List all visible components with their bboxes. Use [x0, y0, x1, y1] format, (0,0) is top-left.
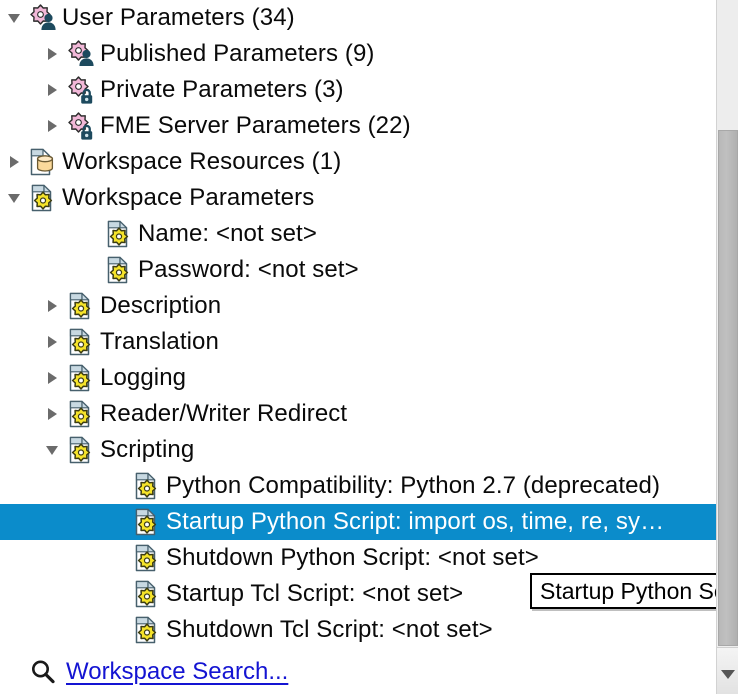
document-gear-icon: [66, 291, 96, 321]
chevron-down-icon: [721, 669, 735, 679]
navigator-panel: User Parameters (34) Published Parameters…: [0, 0, 738, 694]
tree-row-param-startup-python-script[interactable]: Startup Python Script: import os, time, …: [0, 504, 716, 540]
tree-row-label: Name: <not set>: [138, 220, 317, 247]
expand-arrow-icon[interactable]: [38, 324, 66, 360]
tree-row-published-parameters[interactable]: Published Parameters (9): [0, 36, 716, 72]
workspace-search-link[interactable]: Workspace Search...: [60, 658, 288, 686]
tree-row-label: Private Parameters (3): [100, 76, 344, 103]
gear-person-icon: [28, 3, 58, 33]
tree-row-label: Shutdown Python Script: <not set>: [166, 544, 539, 571]
document-gear-icon: [132, 615, 162, 645]
tree-row-param-translation[interactable]: Translation: [0, 324, 716, 360]
tree-row-param-name[interactable]: Name: <not set>: [0, 216, 716, 252]
document-gear-icon: [132, 543, 162, 573]
tree-row-fme-server-parameters[interactable]: FME Server Parameters (22): [0, 108, 716, 144]
tree-row-label: Translation: [100, 328, 219, 355]
gear-lock-icon: [66, 111, 96, 141]
tree-row-label: Startup Tcl Script: <not set>: [166, 580, 464, 607]
expand-arrow-icon[interactable]: [38, 72, 66, 108]
tree-row-label: FME Server Parameters (22): [100, 112, 411, 139]
scrollbar-down-button[interactable]: [717, 647, 738, 694]
document-database-icon: [28, 147, 58, 177]
document-gear-icon: [66, 363, 96, 393]
tree-row-param-shutdown-python-script[interactable]: Shutdown Python Script: <not set>: [0, 540, 716, 576]
tree-row-param-scripting[interactable]: Scripting: [0, 432, 716, 468]
gear-lock-icon: [66, 75, 96, 105]
tree-row-private-parameters[interactable]: Private Parameters (3): [0, 72, 716, 108]
tree-row-label: User Parameters (34): [62, 4, 295, 31]
expand-arrow-icon[interactable]: [38, 396, 66, 432]
document-gear-icon: [66, 399, 96, 429]
expand-arrow-icon[interactable]: [38, 360, 66, 396]
tree-row-param-logging[interactable]: Logging: [0, 360, 716, 396]
tree-row-label: Scripting: [100, 436, 195, 463]
workspace-search-row[interactable]: Workspace Search...: [0, 652, 288, 692]
scrollbar-thumb[interactable]: [718, 130, 738, 646]
collapse-arrow-icon[interactable]: [38, 432, 66, 468]
tree-row-label: Startup Python Script: import os, time, …: [166, 508, 665, 535]
document-gear-icon: [132, 507, 162, 537]
expand-arrow-icon[interactable]: [38, 108, 66, 144]
collapse-arrow-icon[interactable]: [0, 0, 28, 36]
tree-row-user-parameters[interactable]: User Parameters (34): [0, 0, 716, 36]
collapse-arrow-icon[interactable]: [0, 180, 28, 216]
tree-row-param-shutdown-tcl-script[interactable]: Shutdown Tcl Script: <not set>: [0, 612, 716, 648]
tree-row-label: Reader/Writer Redirect: [100, 400, 348, 427]
search-icon: [26, 657, 60, 687]
document-gear-icon: [28, 183, 58, 213]
expand-arrow-icon[interactable]: [38, 36, 66, 72]
tree-row-param-description[interactable]: Description: [0, 288, 716, 324]
gear-person-icon: [66, 39, 96, 69]
document-gear-icon: [104, 255, 134, 285]
tree-row-label: Workspace Resources (1): [62, 148, 342, 175]
document-gear-icon: [104, 219, 134, 249]
tree-row-workspace-parameters[interactable]: Workspace Parameters: [0, 180, 716, 216]
expand-arrow-icon[interactable]: [0, 144, 28, 180]
tree-row-label: Password: <not set>: [138, 256, 359, 283]
tooltip: Startup Python Scri: [530, 573, 738, 609]
expand-arrow-icon[interactable]: [38, 288, 66, 324]
tree-row-workspace-resources[interactable]: Workspace Resources (1): [0, 144, 716, 180]
document-gear-icon: [66, 327, 96, 357]
tree-row-label: Logging: [100, 364, 187, 391]
tree-row-param-password[interactable]: Password: <not set>: [0, 252, 716, 288]
document-gear-icon: [66, 435, 96, 465]
tree-row-label: Workspace Parameters: [62, 184, 315, 211]
document-gear-icon: [132, 471, 162, 501]
tree-row-param-reader-writer-redirect[interactable]: Reader/Writer Redirect: [0, 396, 716, 432]
tree-row-label: Published Parameters (9): [100, 40, 375, 67]
tree-row-label: Python Compatibility: Python 2.7 (deprec…: [166, 472, 661, 499]
tree-row-label: Shutdown Tcl Script: <not set>: [166, 616, 493, 643]
tooltip-text: Startup Python Scri: [540, 577, 738, 604]
document-gear-icon: [132, 579, 162, 609]
tree-row-label: Description: [100, 292, 222, 319]
tree-row-param-python-compatibility[interactable]: Python Compatibility: Python 2.7 (deprec…: [0, 468, 716, 504]
vertical-scrollbar[interactable]: [716, 0, 738, 694]
scrollbar-track[interactable]: [717, 0, 738, 130]
